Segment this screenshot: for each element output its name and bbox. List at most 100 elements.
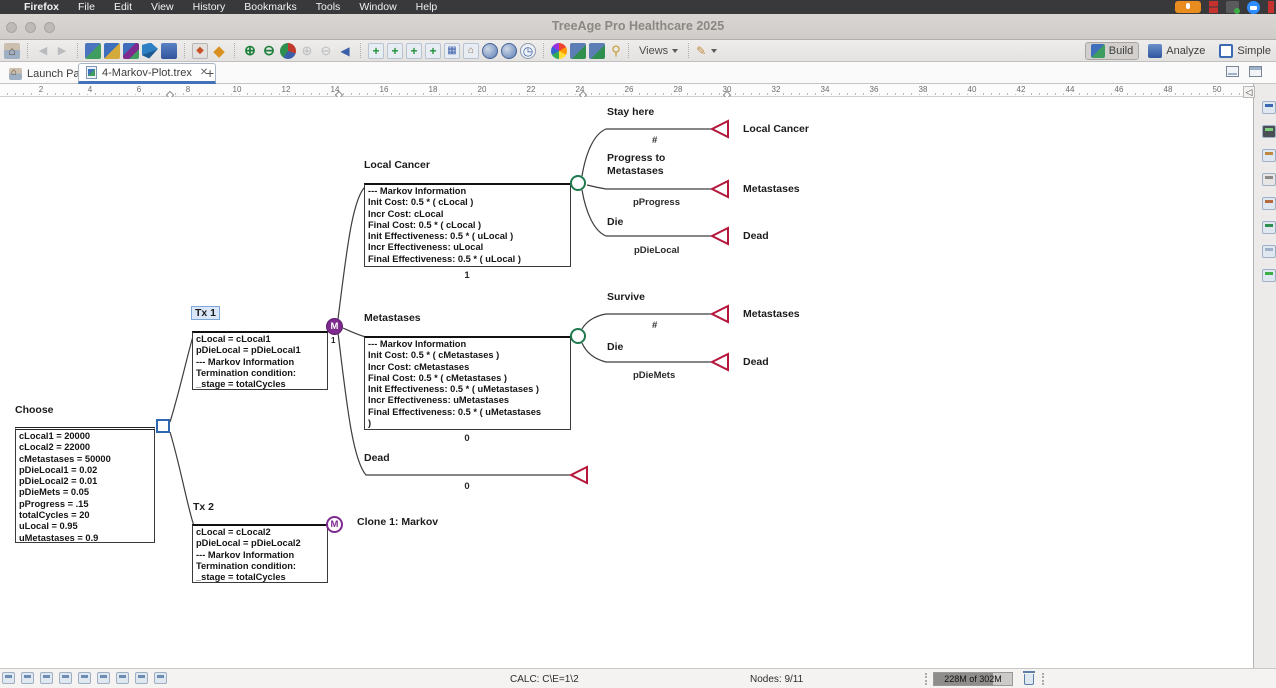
build-mode-button[interactable]: Build	[1085, 42, 1139, 60]
mic-icon[interactable]	[1175, 1, 1201, 13]
tree-canvas[interactable]: Choose cLocal1 = 20000cLocal2 = 22000cMe…	[0, 97, 1253, 668]
circle-1-icon[interactable]	[482, 43, 498, 59]
record-icon[interactable]	[1209, 1, 1218, 13]
zoom-out-icon[interactable]	[261, 43, 277, 59]
menu-item[interactable]: Firefox	[24, 1, 59, 13]
tree-views-icon[interactable]	[123, 43, 139, 59]
save-icon[interactable]	[161, 43, 177, 59]
menu-item[interactable]: Bookmarks	[244, 1, 297, 13]
paste-subtree-icon[interactable]	[425, 43, 441, 59]
toolbar-separator	[360, 43, 361, 58]
drag-handle[interactable]	[1042, 673, 1046, 685]
tasks-icon[interactable]	[1262, 269, 1276, 282]
terminal-node[interactable]	[712, 306, 728, 322]
views-dropdown[interactable]: Views	[639, 45, 678, 57]
app-badge-icon[interactable]	[1226, 1, 1239, 13]
simple-mode-button[interactable]: Simple	[1214, 43, 1276, 59]
statusbar: CALC: C\E=1\2 Nodes: 9/11 228M of 302M	[0, 668, 1276, 688]
perspective-icon[interactable]	[2, 672, 15, 684]
doc-sm-icon[interactable]	[116, 672, 129, 684]
drag-handle[interactable]	[925, 673, 929, 685]
variable-line: cLocal = cLocal2	[196, 527, 324, 538]
markov-node-tx1[interactable]: M	[326, 318, 343, 335]
decision-node[interactable]	[156, 419, 170, 433]
ruler-number: 28	[672, 85, 685, 94]
open-tree-icon[interactable]	[104, 43, 120, 59]
maximize-editor-icon[interactable]	[1249, 66, 1262, 77]
tree-import-icon[interactable]	[589, 43, 605, 59]
print-icon[interactable]	[1262, 173, 1276, 186]
console-icon[interactable]	[1262, 125, 1276, 138]
preferences-icon[interactable]	[192, 43, 208, 59]
tree-icon[interactable]	[1262, 221, 1276, 234]
branch-label-die: Die	[607, 341, 623, 353]
people-icon[interactable]	[1262, 197, 1276, 210]
menu-item[interactable]: Window	[359, 1, 396, 13]
new-tree-icon[interactable]	[85, 43, 101, 59]
tx2-branch-label[interactable]: Tx 2	[193, 501, 214, 513]
roof-sm-icon[interactable]	[59, 672, 72, 684]
terminal-node[interactable]	[712, 181, 728, 197]
markov-sm-icon[interactable]	[21, 672, 34, 684]
back-icon[interactable]	[35, 43, 51, 59]
statusbar-icons	[2, 672, 167, 684]
ruler-number: 10	[231, 85, 244, 94]
info-line: )	[368, 418, 567, 429]
window-icon[interactable]	[1262, 245, 1276, 258]
align-icon[interactable]	[463, 43, 479, 59]
info-line: Incr Cost: cMetastases	[368, 362, 567, 373]
menu-item[interactable]: View	[151, 1, 174, 13]
brush-icon[interactable]	[693, 43, 709, 59]
add-branches-icon[interactable]	[387, 43, 403, 59]
menu-item[interactable]: Help	[416, 1, 438, 13]
rainbow-icon[interactable]	[551, 43, 567, 59]
add-branch-icon[interactable]	[368, 43, 384, 59]
tree-3d-icon[interactable]	[142, 43, 158, 59]
tab-markov-plot[interactable]: 4-Markov-Plot.trex ✕	[78, 63, 216, 84]
zoom-fit-icon[interactable]	[318, 43, 334, 59]
curve-sm-icon[interactable]	[135, 672, 148, 684]
forward-icon[interactable]	[54, 43, 70, 59]
menu-item[interactable]: File	[78, 1, 95, 13]
select-subtree-icon[interactable]	[444, 43, 460, 59]
table-icon[interactable]	[1262, 101, 1276, 114]
terminal-node[interactable]	[712, 228, 728, 244]
package-icon[interactable]	[211, 43, 227, 59]
local-cancer-info-box: --- Markov InformationInit Cost: 0.5 * (…	[364, 183, 571, 267]
menu-item[interactable]: History	[193, 1, 226, 13]
flag-sm-icon[interactable]	[40, 672, 53, 684]
zoom-sel-icon[interactable]	[299, 43, 315, 59]
menu-item[interactable]: Edit	[114, 1, 132, 13]
collapse-panel-icon[interactable]: ◁	[1243, 86, 1255, 98]
chart-pie-icon[interactable]	[280, 43, 296, 59]
garbage-collect-icon[interactable]	[1024, 674, 1034, 685]
toolbar-separator	[27, 43, 28, 58]
add-subtree-icon[interactable]	[406, 43, 422, 59]
terminal-node[interactable]	[712, 121, 728, 137]
curve2-sm-icon[interactable]	[154, 672, 167, 684]
terminal-node[interactable]	[571, 467, 587, 483]
alert-icon[interactable]	[1268, 1, 1274, 13]
variable-line: Termination condition:	[196, 368, 324, 379]
collapse-icon[interactable]	[337, 43, 353, 59]
circle-2-icon[interactable]	[501, 43, 517, 59]
chance-node-local-cancer[interactable]	[570, 175, 586, 191]
tx1-branch-label[interactable]: Tx 1	[191, 306, 220, 320]
home-icon[interactable]	[4, 43, 20, 59]
analyze-mode-button[interactable]: Analyze	[1143, 43, 1210, 59]
zoom-in-icon[interactable]	[242, 43, 258, 59]
terminal-node[interactable]	[712, 354, 728, 370]
tree-export-icon[interactable]	[570, 43, 586, 59]
clock-icon[interactable]	[520, 43, 536, 59]
menu-item[interactable]: Tools	[316, 1, 341, 13]
cell-sm-icon[interactable]	[97, 672, 110, 684]
new-tab-button[interactable]: +	[206, 65, 214, 81]
launch-icon[interactable]	[1262, 149, 1276, 162]
markov-node-tx2[interactable]: M	[326, 516, 343, 533]
grid-sm-icon[interactable]	[78, 672, 91, 684]
chance-node-metastases[interactable]	[570, 328, 586, 344]
zoom-app-icon[interactable]	[1247, 1, 1260, 14]
keys-icon[interactable]	[608, 43, 624, 59]
branch-label-stay-here: Stay here	[607, 106, 654, 118]
minimize-editor-icon[interactable]	[1226, 66, 1239, 77]
